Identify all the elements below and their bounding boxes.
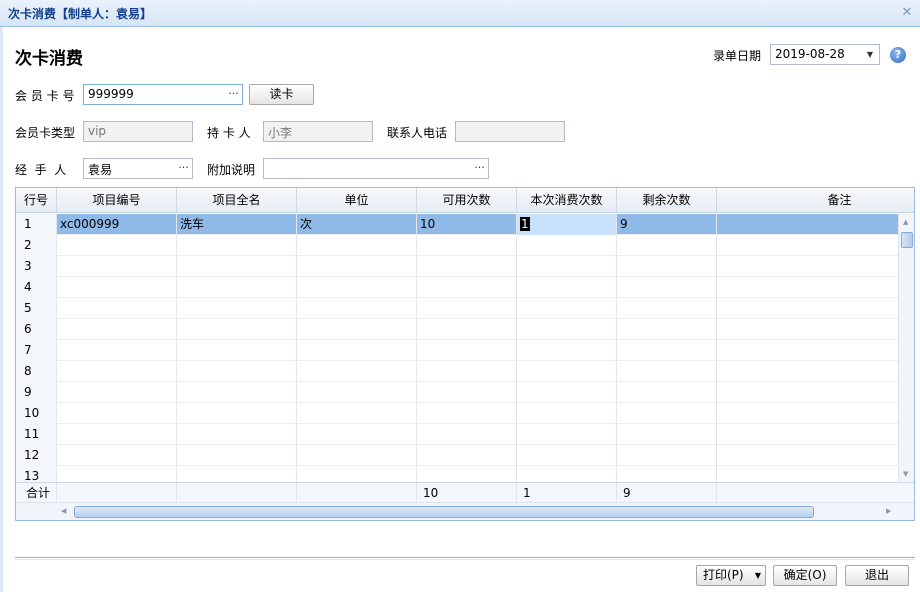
date-picker[interactable]: 2019-08-28 ▼ [770,44,880,65]
column-header[interactable]: 备注 [717,188,914,213]
total-label: 合计 [16,483,57,503]
holder-value: 小李 [268,126,293,140]
column-header[interactable]: 项目全名 [177,188,297,213]
table-row[interactable]: 9 [16,382,900,403]
vertical-scroll-thumb[interactable] [901,232,913,248]
card-no-field[interactable]: 999999 ··· [83,84,243,105]
row-number: 4 [16,277,57,298]
used-count-editor[interactable]: 1 [517,214,617,235]
note-label: 附加说明 [207,163,256,177]
card-type-field[interactable]: vip [83,121,193,142]
row-number: 8 [16,361,57,382]
read-card-button[interactable]: 读卡 [249,84,314,105]
table-row[interactable]: 2 [16,235,900,256]
help-icon[interactable]: ? [890,47,906,63]
contact-field[interactable] [455,121,565,142]
window-titlebar: 次卡消费【制单人：袁易】 ✕ [0,0,920,27]
total-available: 10 [417,483,517,503]
horizontal-scrollbar[interactable]: ◀ ▶ [16,502,914,520]
vertical-scrollbar[interactable]: ▲ ▼ [898,214,914,482]
scroll-left-icon[interactable]: ◀ [61,507,66,515]
table-row[interactable]: 8 [16,361,900,382]
close-icon[interactable]: ✕ [900,6,914,20]
total-used: 1 [517,483,617,503]
divider [15,559,915,560]
grid-body: 1 xc000999 洗车 次 10 1 9 2 3 4 5 6 7 8 9 1… [16,214,900,482]
table-row[interactable]: 7 [16,340,900,361]
table-row[interactable]: 10 [16,403,900,424]
remark-cell[interactable] [717,214,900,235]
contact-label: 联系人电话 [387,126,448,140]
table-row[interactable]: 5 [16,298,900,319]
total-remaining: 9 [617,483,717,503]
divider [15,557,915,558]
card-type-value: vip [88,124,107,138]
row-number: 9 [16,382,57,403]
chevron-down-icon[interactable]: ▼ [755,566,761,585]
card-no-label: 会 员 卡 号 [15,89,75,103]
available-count-cell[interactable]: 10 [417,214,517,235]
handler-value: 袁易 [88,163,113,177]
chevron-down-icon[interactable]: ▼ [861,45,879,64]
row-number: 6 [16,319,57,340]
column-header[interactable]: 项目编号 [57,188,177,213]
print-button-label: 打印(P) [703,568,744,582]
column-header[interactable]: 行号 [16,188,57,213]
holder-label: 持 卡 人 [207,126,251,140]
grid-header: 行号 项目编号 项目全名 单位 可用次数 本次消费次数 剩余次数 备注 [16,188,914,213]
column-header[interactable]: 可用次数 [417,188,517,213]
scroll-up-icon[interactable]: ▲ [903,218,908,226]
used-count-value: 1 [520,217,530,231]
date-label: 录单日期 [713,49,762,63]
window-title: 次卡消费【制单人：袁易】 [8,7,153,21]
holder-field[interactable]: 小李 [263,121,373,142]
scroll-right-icon[interactable]: ▶ [886,507,891,515]
table-row[interactable]: 3 [16,256,900,277]
page-title: 次卡消费 [15,49,83,69]
exit-button[interactable]: 退出 [845,565,909,586]
row-number: 13 [16,466,57,482]
table-row[interactable]: 12 [16,445,900,466]
confirm-button[interactable]: 确定(O) [773,565,837,586]
table-row[interactable]: 13 [16,466,900,482]
item-name-cell[interactable]: 洗车 [177,214,297,235]
note-field[interactable]: ··· [263,158,489,179]
row-number: 1 [16,214,57,235]
item-code-cell[interactable]: xc000999 [57,214,177,235]
ellipsis-icon[interactable]: ··· [225,85,242,104]
row-number: 7 [16,340,57,361]
table-row[interactable]: 4 [16,277,900,298]
card-no-value: 999999 [88,87,134,101]
column-header[interactable]: 本次消费次数 [517,188,617,213]
remaining-count-cell[interactable]: 9 [617,214,717,235]
row-number: 12 [16,445,57,466]
parent-window-edge [0,0,3,592]
column-header[interactable]: 剩余次数 [617,188,717,213]
table-row[interactable]: 1 xc000999 洗车 次 10 1 9 [16,214,900,235]
scroll-down-icon[interactable]: ▼ [903,470,908,478]
ellipsis-icon[interactable]: ··· [175,159,192,178]
print-button[interactable]: 打印(P) ▼ [696,565,766,586]
table-row[interactable]: 11 [16,424,900,445]
items-grid: 行号 项目编号 项目全名 单位 可用次数 本次消费次数 剩余次数 备注 1 xc… [15,187,915,521]
row-number: 10 [16,403,57,424]
ellipsis-icon[interactable]: ··· [471,159,488,178]
card-type-label: 会员卡类型 [15,126,76,140]
row-number: 11 [16,424,57,445]
horizontal-scroll-thumb[interactable] [74,506,814,518]
row-number: 5 [16,298,57,319]
handler-field[interactable]: 袁易 ··· [83,158,193,179]
unit-cell[interactable]: 次 [297,214,417,235]
row-number: 3 [16,256,57,277]
total-row: 合计 10 1 9 [16,482,914,503]
column-header[interactable]: 单位 [297,188,417,213]
table-row[interactable]: 6 [16,319,900,340]
date-value: 2019-08-28 [775,47,845,61]
handler-label: 经 手 人 [15,163,67,177]
row-number: 2 [16,235,57,256]
